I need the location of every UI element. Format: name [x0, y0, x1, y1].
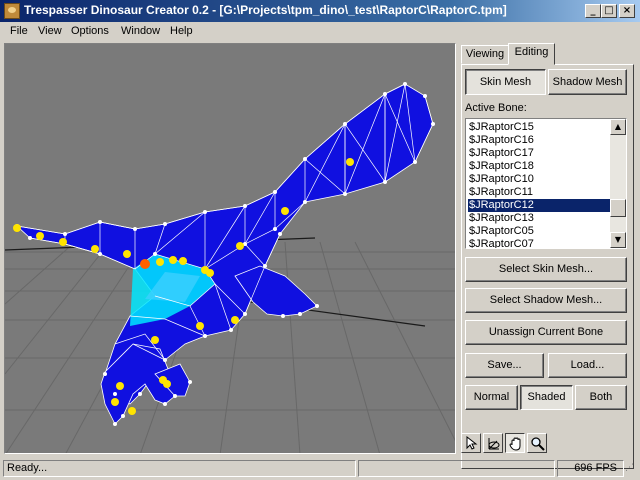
rotate-tool-button[interactable]	[483, 433, 503, 453]
status-pane-empty	[358, 460, 555, 477]
unassign-bone-button[interactable]: Unassign Current Bone	[465, 320, 627, 345]
shadow-mesh-toggle[interactable]: Shadow Mesh	[548, 69, 627, 95]
select-shadow-mesh-button[interactable]: Select Shadow Mesh...	[465, 288, 627, 313]
select-skin-mesh-button[interactable]: Select Skin Mesh...	[465, 257, 627, 282]
hand-icon	[509, 437, 521, 451]
status-bar: Ready... 696 FPS ⋰	[0, 458, 640, 480]
render-shaded-toggle[interactable]: Shaded	[520, 385, 573, 410]
zoom-tool-button[interactable]	[527, 433, 547, 453]
skin-mesh-toggle[interactable]: Skin Mesh	[465, 69, 546, 95]
tab-editing[interactable]: Editing	[508, 43, 555, 65]
window-title: Trespasser Dinosaur Creator 0.2 - [G:\Pr…	[24, 3, 507, 17]
list-item[interactable]: $JRaptorC18	[468, 160, 611, 173]
rotate-axes-icon	[488, 438, 500, 450]
menu-view[interactable]: View	[38, 25, 62, 37]
tab-viewing[interactable]: Viewing	[461, 45, 509, 64]
scroll-down-icon[interactable]: ▼	[610, 232, 626, 248]
render-normal-toggle[interactable]: Normal	[465, 385, 518, 410]
bone-joint-marker	[140, 259, 150, 269]
render-both-toggle[interactable]: Both	[575, 385, 627, 410]
active-bone-label: Active Bone:	[465, 102, 527, 114]
pointer-icon	[466, 436, 478, 450]
load-button[interactable]: Load...	[548, 353, 627, 378]
list-item[interactable]: $JRaptorC05	[468, 225, 611, 238]
list-item[interactable]: $JRaptorC17	[468, 147, 611, 160]
minimize-button[interactable]: _	[585, 4, 601, 18]
viewport-canvas[interactable]	[5, 44, 456, 454]
active-bone-list[interactable]: $JRaptorC15 $JRaptorC16 $JRaptorC17 $JRa…	[465, 118, 627, 249]
pan-tool-button[interactable]	[505, 433, 525, 453]
app-icon[interactable]	[4, 3, 20, 19]
close-button[interactable]: ×	[619, 4, 635, 18]
magnifier-icon	[531, 437, 545, 451]
menu-options[interactable]: Options	[71, 25, 109, 37]
list-item[interactable]: $JRaptorC10	[468, 173, 611, 186]
pointer-tool-button[interactable]	[461, 433, 481, 453]
list-item[interactable]: $JRaptorC15	[468, 121, 611, 134]
menu-help[interactable]: Help	[170, 25, 193, 37]
raptor-mesh	[15, 83, 434, 425]
scroll-thumb[interactable]	[610, 199, 626, 217]
status-message: Ready...	[3, 460, 356, 477]
list-item[interactable]: $JRaptorC11	[468, 186, 611, 199]
menu-window[interactable]: Window	[121, 25, 160, 37]
menu-bar: File View Options Window Help	[0, 22, 640, 42]
save-button[interactable]: Save...	[465, 353, 544, 378]
title-bar[interactable]: Trespasser Dinosaur Creator 0.2 - [G:\Pr…	[0, 0, 640, 22]
maximize-button[interactable]: □	[601, 4, 617, 18]
scroll-up-icon[interactable]: ▲	[610, 119, 626, 135]
list-item[interactable]: $JRaptorC07	[468, 238, 611, 248]
list-item[interactable]: $JRaptorC13	[468, 212, 611, 225]
resize-grip-icon[interactable]: ⋰	[625, 463, 637, 477]
list-item[interactable]: $JRaptorC16	[468, 134, 611, 147]
3d-viewport[interactable]	[4, 43, 456, 454]
list-scrollbar[interactable]: ▲ ▼	[610, 119, 626, 248]
menu-file[interactable]: File	[10, 25, 28, 37]
list-item[interactable]: $JRaptorC12	[468, 199, 611, 212]
status-fps: 696 FPS	[557, 460, 624, 477]
